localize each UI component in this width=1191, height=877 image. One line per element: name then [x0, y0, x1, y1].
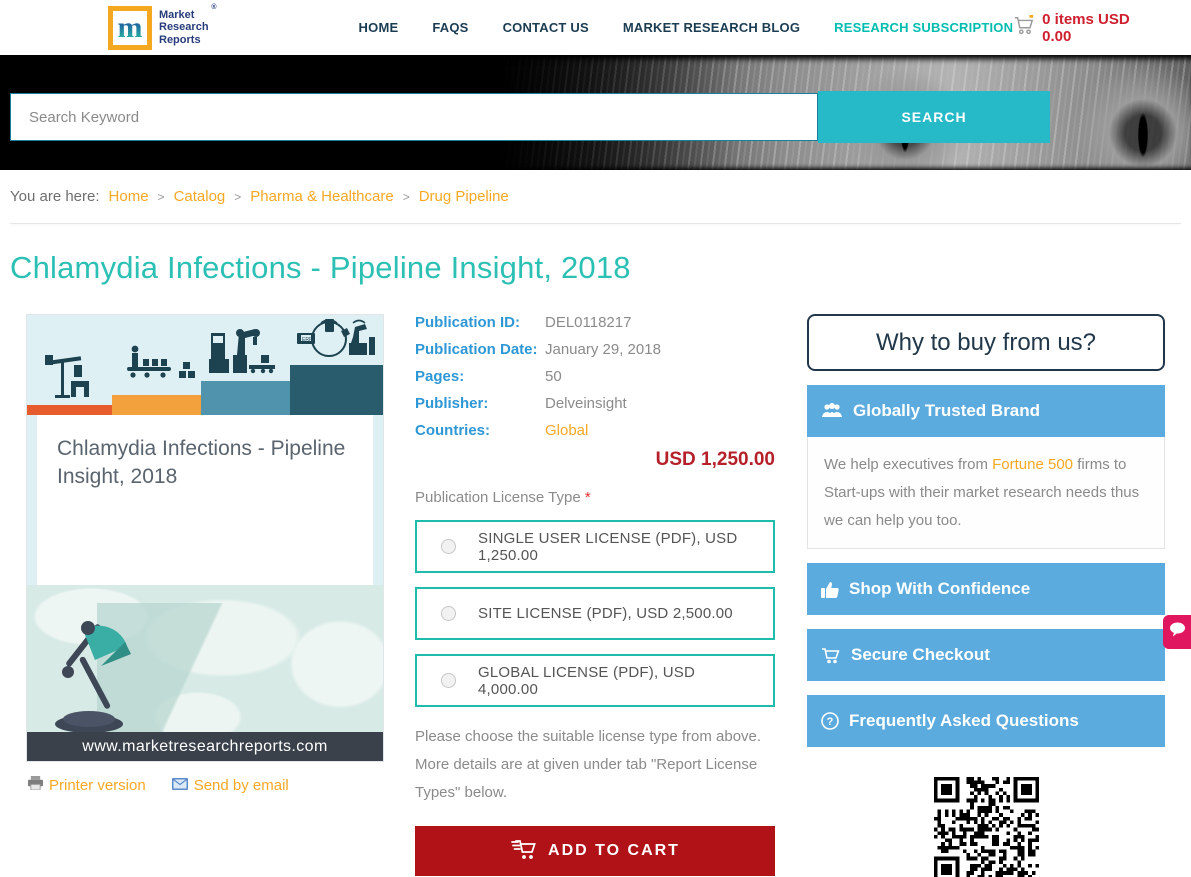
search-input[interactable] — [10, 93, 818, 141]
nav-research-subscription[interactable]: RESEARCH SUBSCRIPTION — [834, 20, 1013, 35]
cover-step-bar — [27, 405, 112, 415]
required-asterisk: * — [585, 489, 591, 506]
page: m ® Market Research Reports HOME FAQS CO… — [0, 0, 1191, 877]
assembly-line-icon — [127, 345, 199, 391]
main-nav: HOME FAQS CONTACT US MARKET RESEARCH BLO… — [359, 20, 1014, 35]
breadcrumb-drug-pipeline[interactable]: Drug Pipeline — [419, 188, 509, 205]
cover-url-bar: www.marketresearchreports.com — [27, 732, 383, 761]
breadcrumb-catalog[interactable]: Catalog — [174, 188, 226, 205]
radio-button[interactable] — [441, 673, 456, 688]
users-group-icon — [821, 403, 843, 419]
page-title: Chlamydia Infections - Pipeline Insight,… — [10, 250, 1191, 286]
nav-blog[interactable]: MARKET RESEARCH BLOG — [623, 20, 800, 35]
cover-step-bar — [112, 395, 201, 415]
detail-row-countries: Countries: Global — [415, 422, 775, 439]
publication-details-column: Publication ID: DEL0118217 Publication D… — [415, 314, 775, 876]
license-option-site[interactable]: SITE LICENSE (PDF), USD 2,500.00 — [415, 587, 775, 640]
license-option-single-user[interactable]: SINGLE USER LICENSE (PDF), USD 1,250.00 — [415, 520, 775, 573]
logo-mark-icon: m — [108, 6, 152, 50]
search-button[interactable]: SEARCH — [818, 91, 1050, 143]
cart-status[interactable]: 0 items USD 0.00 — [1013, 11, 1151, 45]
why-buy-sidebar: Why to buy from us? Globally Trusted Bra… — [807, 314, 1165, 877]
qr-code — [934, 777, 1039, 877]
cover-title-text: Chlamydia Infections - Pipeline Insight,… — [57, 435, 353, 492]
fortune-500-link[interactable]: Fortune 500 — [992, 456, 1073, 473]
thumbs-up-icon — [821, 581, 839, 598]
desk-lamp-icon — [41, 602, 151, 737]
license-type-label: Publication License Type * — [415, 489, 775, 506]
checkout-cart-icon — [821, 647, 841, 664]
breadcrumb-pharma-healthcare[interactable]: Pharma & Healthcare — [250, 188, 393, 205]
cover-step-bar — [290, 365, 383, 415]
secure-checkout-box[interactable]: Secure Checkout — [807, 629, 1165, 681]
report-price: USD 1,250.00 — [415, 449, 775, 471]
robot-arm-icon — [209, 325, 279, 377]
cover-map-graphic: www.marketresearchreports.com — [27, 585, 383, 761]
question-circle-icon: ? — [821, 712, 839, 730]
add-to-cart-cart-icon — [510, 838, 536, 865]
faq-box[interactable]: ? Frequently Asked Questions — [807, 695, 1165, 747]
globally-trusted-brand-box[interactable]: Globally Trusted Brand — [807, 385, 1165, 437]
top-navigation-bar: m ® Market Research Reports HOME FAQS CO… — [0, 0, 1191, 55]
search-bar: SEARCH — [10, 93, 1050, 143]
detail-row-publisher: Publisher: Delveinsight — [415, 395, 775, 412]
main-content: ERP Chlamydia Infe — [0, 314, 1191, 877]
cart-count-text: 0 items USD 0.00 — [1042, 11, 1151, 45]
pumpjack-icon — [41, 351, 97, 403]
globally-trusted-brand-text: We help executives from Fortune 500 firm… — [807, 437, 1165, 549]
hero-search-section: SEARCH — [0, 55, 1191, 170]
breadcrumb-separator: > — [158, 190, 165, 204]
why-to-buy-header[interactable]: Why to buy from us? — [807, 314, 1165, 371]
countries-global-link[interactable]: Global — [545, 422, 588, 439]
breadcrumb-home[interactable]: Home — [109, 188, 149, 205]
detail-row-pages: Pages: 50 — [415, 368, 775, 385]
cart-icon — [1013, 15, 1035, 40]
site-logo[interactable]: m ® Market Research Reports — [108, 6, 209, 50]
detail-row-publication-id: Publication ID: DEL0118217 — [415, 314, 775, 331]
breadcrumb-separator: > — [403, 190, 410, 204]
radio-button[interactable] — [441, 606, 456, 621]
report-cover-image: ERP Chlamydia Infe — [26, 314, 384, 762]
chat-widget-button[interactable] — [1163, 615, 1191, 649]
license-option-global[interactable]: GLOBAL LICENSE (PDF), USD 4,000.00 — [415, 654, 775, 707]
report-cover-column: ERP Chlamydia Infe — [26, 314, 384, 795]
nav-faqs[interactable]: FAQS — [432, 20, 468, 35]
shop-with-confidence-box[interactable]: Shop With Confidence — [807, 563, 1165, 615]
breadcrumb-prefix: You are here: — [10, 188, 100, 205]
cover-step-bar — [201, 381, 290, 415]
detail-row-publication-date: Publication Date: January 29, 2018 — [415, 341, 775, 358]
chat-bubble-icon — [1169, 622, 1186, 642]
nav-home[interactable]: HOME — [359, 20, 399, 35]
svg-text:ERP: ERP — [302, 337, 313, 343]
license-note: Please choose the suitable license type … — [415, 723, 775, 806]
nav-contact-us[interactable]: CONTACT US — [503, 20, 589, 35]
cover-title-panel: Chlamydia Infections - Pipeline Insight,… — [37, 415, 373, 585]
logo-wordmark: ® Market Research Reports — [159, 9, 209, 47]
svg-text:?: ? — [827, 716, 834, 728]
breadcrumb-separator: > — [234, 190, 241, 204]
breadcrumb: You are here: Home > Catalog > Pharma & … — [0, 170, 1191, 215]
radio-button[interactable] — [441, 539, 456, 554]
printer-icon — [28, 776, 43, 795]
smart-factory-icon: ERP — [295, 317, 377, 363]
report-actions: Printer version Send by email — [28, 776, 384, 795]
printer-version-link[interactable]: Printer version — [28, 776, 146, 795]
add-to-cart-button[interactable]: ADD TO CART — [415, 826, 775, 876]
cover-industry-graphic: ERP — [27, 315, 383, 415]
divider — [10, 223, 1181, 224]
email-icon — [172, 777, 188, 795]
send-by-email-link[interactable]: Send by email — [172, 777, 289, 795]
